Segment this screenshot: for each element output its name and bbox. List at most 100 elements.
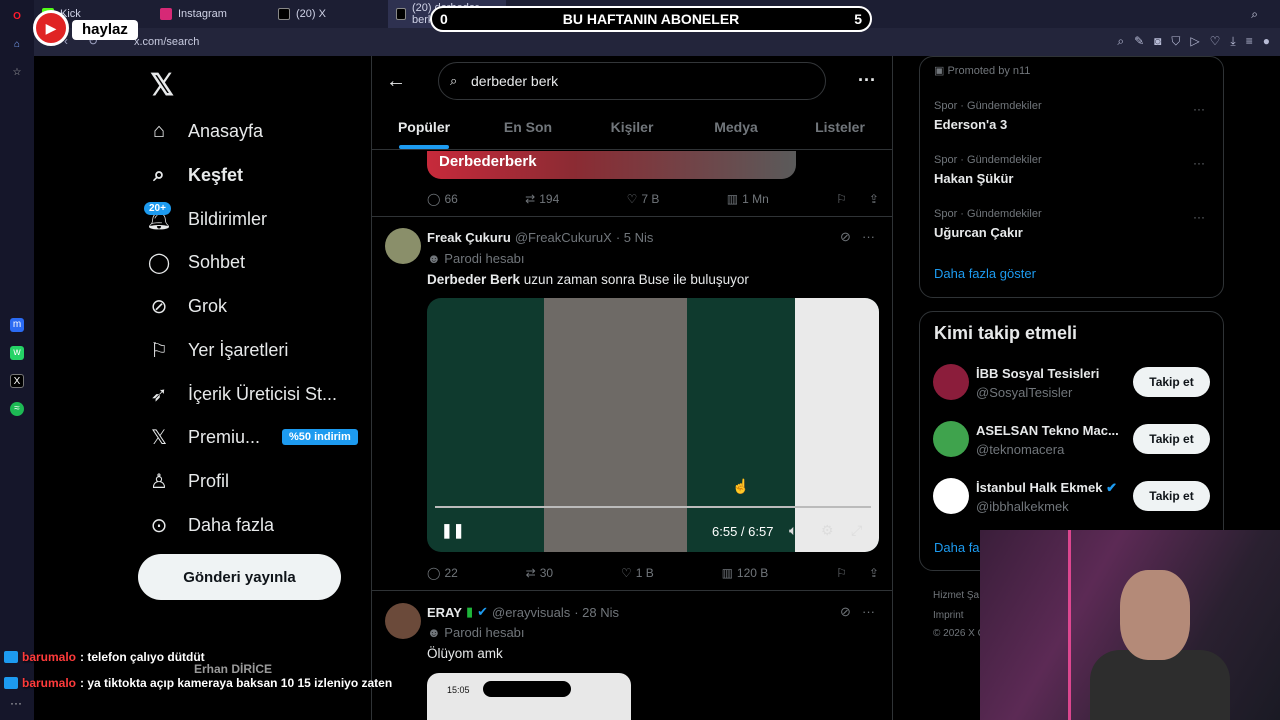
footer-link[interactable]: Imprint: [933, 610, 964, 621]
nav-home[interactable]: ⌂ Anasayfa: [148, 111, 263, 151]
tab-media[interactable]: Medya: [684, 106, 788, 149]
premium-discount-badge: %50 indirim: [282, 429, 358, 445]
address-text[interactable]: x.com/search: [134, 36, 199, 48]
reply-button[interactable]: ◯ 22: [427, 564, 458, 582]
suggestion-handle[interactable]: @ibbhalkekmek: [976, 499, 1069, 514]
nav-messages[interactable]: ◯ Sohbet: [148, 242, 245, 282]
play-icon[interactable]: ▷: [1190, 34, 1199, 49]
tab-people[interactable]: Kişiler: [580, 106, 684, 149]
more-options-icon[interactable]: ···: [862, 604, 875, 619]
avatar[interactable]: [933, 421, 969, 457]
back-arrow-icon[interactable]: ←: [386, 70, 406, 93]
trend-item[interactable]: Ederson'a 3: [934, 117, 1007, 132]
author-handle[interactable]: @erayvisuals: [492, 605, 570, 620]
more-options-icon[interactable]: ···: [1193, 210, 1205, 224]
suggestion-name[interactable]: İstanbul Halk Ekmek ✔: [976, 480, 1117, 496]
nav-grok[interactable]: ⊘ Grok: [148, 286, 227, 326]
messenger-icon[interactable]: m: [10, 318, 24, 332]
tweet-date[interactable]: · 5 Nis: [616, 230, 654, 245]
more-options-icon[interactable]: ···: [1193, 156, 1205, 170]
download-icon[interactable]: ⤓: [1230, 34, 1235, 49]
menu-icon[interactable]: ≡: [1246, 34, 1253, 49]
footer-link[interactable]: Hizmet Şa: [933, 590, 979, 601]
tab-latest[interactable]: En Son: [476, 106, 580, 149]
search-tabs: Popüler En Son Kişiler Medya Listeler: [372, 106, 892, 150]
author-name[interactable]: ERAY: [427, 605, 462, 620]
tab-top[interactable]: Popüler: [372, 106, 476, 149]
more-options-icon[interactable]: ···: [1193, 102, 1205, 116]
fullscreen-icon[interactable]: ⤢: [851, 522, 862, 539]
search-tabs-icon[interactable]: ⌕: [1251, 7, 1258, 22]
pause-icon[interactable]: ❚❚: [441, 522, 464, 539]
suggestion-handle[interactable]: @SosyalTesisler: [976, 385, 1072, 400]
repost-button[interactable]: ⇄ 194: [525, 190, 559, 208]
previous-tweet-media[interactable]: Derbederberk: [427, 151, 796, 179]
avatar[interactable]: [933, 364, 969, 400]
tweet-media-image[interactable]: 15:05: [427, 673, 631, 720]
heart-icon: ♡: [626, 192, 638, 206]
repost-button[interactable]: ⇄ 30: [526, 564, 553, 582]
tweet-date[interactable]: · 28 Nis: [574, 605, 619, 620]
address-bar[interactable]: ‹ ↻ x.com/search ⌕ ✎ ◙ ⛉ ▷ ♡ ⤓ ≡ ●: [34, 28, 1280, 56]
tab-lists[interactable]: Listeler: [788, 106, 892, 149]
reply-button[interactable]: ◯ 66: [427, 190, 458, 208]
follow-button[interactable]: Takip et: [1133, 424, 1210, 454]
camera-icon[interactable]: ◙: [1154, 34, 1161, 49]
post-button[interactable]: Gönderi yayınla: [138, 554, 341, 600]
volume-icon[interactable]: 🔈︎: [789, 522, 797, 539]
profile-icon[interactable]: ●: [1263, 34, 1270, 49]
suggestion-handle[interactable]: @teknomacera: [976, 442, 1064, 457]
suggestion-name[interactable]: İBB Sosyal Tesisleri: [976, 366, 1099, 381]
grok-icon[interactable]: ⊘: [840, 229, 851, 245]
share-icon[interactable]: ⇪: [869, 566, 879, 580]
bookmark-button[interactable]: ⚐ ⇪: [836, 564, 879, 582]
avatar[interactable]: [933, 478, 969, 514]
search-input[interactable]: derbeder berk: [438, 62, 826, 100]
opera-icon[interactable]: O: [10, 10, 24, 24]
star-icon[interactable]: ☆: [10, 66, 24, 80]
like-button[interactable]: ♡ 1 B: [621, 564, 654, 582]
trend-item[interactable]: Hakan Şükür: [934, 171, 1013, 186]
author-handle[interactable]: @FreakCukuruX: [515, 230, 612, 245]
show-more-link[interactable]: Daha fa: [934, 540, 980, 555]
shield-icon[interactable]: ⛉: [1171, 34, 1180, 49]
more-options-icon[interactable]: ···: [10, 696, 22, 710]
more-options-icon[interactable]: ···: [862, 229, 875, 244]
bookmark-button[interactable]: ⚐ ⇪: [836, 190, 879, 208]
avatar[interactable]: [385, 603, 421, 639]
video-player[interactable]: ☝ ❚❚ 6:55 / 6:57 🔈︎ ⚙ ⤢: [427, 298, 879, 552]
nav-profile[interactable]: ♙ Profil: [148, 461, 229, 501]
trend-item[interactable]: Uğurcan Çakır: [934, 225, 1023, 240]
video-progress-bar[interactable]: [435, 506, 871, 508]
nav-premium[interactable]: 𝕏 Premiu... %50 indirim: [148, 417, 358, 457]
tab-x[interactable]: (20) X: [270, 0, 388, 28]
spotify-icon[interactable]: ≈: [10, 402, 24, 416]
settings-gear-icon[interactable]: ⚙: [821, 522, 834, 539]
tab-instagram[interactable]: Instagram: [152, 0, 270, 28]
heart-icon[interactable]: ♡: [1210, 34, 1221, 49]
views-button[interactable]: ▥ 120 B: [722, 564, 769, 582]
pin-icon[interactable]: ✎: [1134, 34, 1144, 49]
home-icon[interactable]: ⌂: [10, 38, 24, 52]
nav-bookmarks[interactable]: ⚐ Yer İşaretleri: [148, 330, 288, 370]
follow-button[interactable]: Takip et: [1133, 367, 1210, 397]
x-logo-icon[interactable]: 𝕏: [150, 68, 174, 103]
x-sidebar-icon[interactable]: X: [10, 374, 24, 388]
show-more-link[interactable]: Daha fazla göster: [934, 266, 1036, 281]
nav-creator-studio[interactable]: ➶ İçerik Üreticisi St...: [148, 374, 337, 414]
like-button[interactable]: ♡ 7 B: [627, 190, 660, 208]
more-options-icon[interactable]: ···: [858, 70, 876, 91]
suggestion-name[interactable]: ASELSAN Tekno Mac...: [976, 423, 1119, 438]
grok-icon[interactable]: ⊘: [840, 604, 851, 620]
whatsapp-icon[interactable]: w: [10, 346, 24, 360]
zoom-icon[interactable]: ⌕: [1117, 34, 1124, 49]
search-icon: ⌕: [153, 163, 165, 186]
share-icon[interactable]: ⇪: [869, 192, 879, 206]
nav-explore[interactable]: ⌕ Keşfet: [148, 155, 243, 195]
avatar[interactable]: [385, 228, 421, 264]
divider: [372, 590, 892, 591]
nav-more[interactable]: ⊙ Daha fazla: [148, 505, 274, 545]
views-button[interactable]: ▥ 1 Mn: [727, 190, 769, 208]
follow-button[interactable]: Takip et: [1133, 481, 1210, 511]
author-name[interactable]: Freak Çukuru: [427, 230, 511, 245]
